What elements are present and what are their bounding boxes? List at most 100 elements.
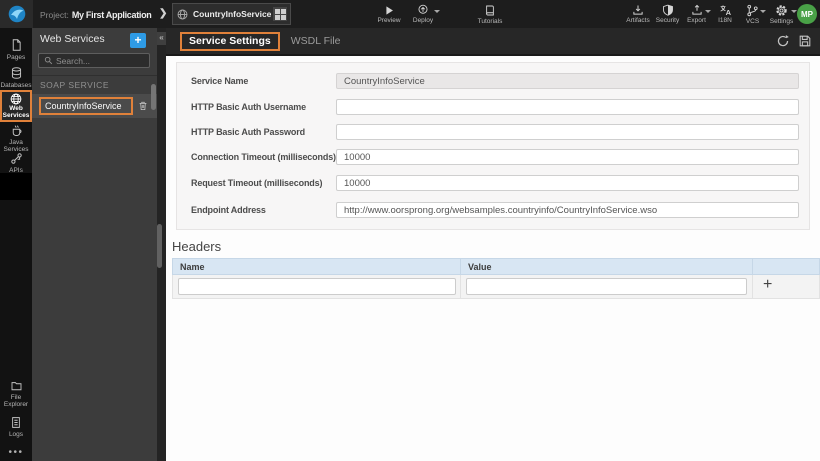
project-name: My First Application (71, 10, 152, 20)
service-item-label: CountryInfoService (45, 101, 122, 111)
globe-icon (177, 9, 188, 19)
tab-bar: Service Settings WSDL File (166, 28, 820, 56)
globe-icon (10, 93, 22, 105)
sidebar-item-apis[interactable]: APIs (0, 152, 32, 174)
connection-timeout-input[interactable] (336, 149, 799, 165)
field-label: Request Timeout (milliseconds) (191, 178, 323, 188)
sidebar-item-web-services[interactable]: Web Services (0, 90, 32, 122)
add-header-button[interactable]: + (763, 276, 772, 294)
field-label: HTTP Basic Auth Password (191, 127, 305, 137)
active-service-selector[interactable]: CountryInfoService (172, 3, 291, 25)
sidebar-item-java-services[interactable]: Java Services (0, 124, 32, 153)
service-settings-form: Service Name HTTP Basic Auth Username HT… (176, 62, 810, 230)
service-item-highlight[interactable]: CountryInfoService (39, 97, 133, 115)
save-icon[interactable] (798, 34, 812, 48)
artifacts-button[interactable]: Artifacts (623, 0, 653, 28)
header-name-input[interactable] (178, 278, 456, 295)
endpoint-address-input[interactable] (336, 202, 799, 218)
column-value: Value (468, 262, 492, 272)
svg-text:A: A (725, 8, 731, 16)
left-rail: Pages Databases Web Services Java Servic… (0, 28, 32, 461)
form-row-username: HTTP Basic Auth Username (177, 99, 809, 115)
rail-overflow-button[interactable]: ••• (0, 447, 32, 458)
user-avatar[interactable]: MP (797, 4, 817, 24)
tutorials-button[interactable]: Tutorials (473, 0, 507, 28)
field-label: HTTP Basic Auth Username (191, 102, 306, 112)
branch-icon (747, 4, 758, 16)
headers-table-row: + (172, 275, 820, 299)
rail-divider-block (0, 173, 32, 200)
page-icon (12, 39, 21, 51)
book-icon (486, 5, 494, 15)
tab-service-settings[interactable]: Service Settings (180, 31, 280, 51)
deploy-button[interactable]: Deploy (406, 0, 440, 28)
header-value-input[interactable] (466, 278, 747, 295)
search-box[interactable] (38, 53, 150, 68)
form-row-password: HTTP Basic Auth Password (177, 124, 809, 140)
request-timeout-input[interactable] (336, 175, 799, 191)
http-username-input[interactable] (336, 99, 799, 115)
add-service-button[interactable]: + (130, 33, 146, 48)
topbar: Project: My First Application ❯ CountryIn… (0, 0, 820, 28)
wavemaker-logo-icon (8, 5, 25, 23)
folder-icon (11, 382, 21, 391)
topbar-tools: Artifacts Security Export A I18N VCS Set… (623, 0, 797, 28)
service-grid-icon[interactable] (273, 7, 287, 21)
project-breadcrumb: Project: My First Application (40, 0, 152, 28)
sidebar-item-databases[interactable]: Databases (0, 66, 32, 91)
collapse-panel-button[interactable]: « (157, 32, 166, 45)
breadcrumb-service-name: CountryInfoService (193, 9, 272, 19)
sidebar-item-file-explorer[interactable]: File Explorer (0, 380, 32, 408)
search-input[interactable] (56, 55, 144, 66)
shield-icon (662, 4, 673, 16)
api-icon (10, 153, 22, 164)
content-area: Service Name HTTP Basic Auth Username HT… (166, 56, 820, 461)
gear-icon (776, 4, 787, 16)
collapse-strip: « (157, 28, 166, 461)
security-button[interactable]: Security (653, 0, 682, 28)
translate-icon: A (719, 5, 731, 16)
upload-icon (691, 4, 702, 15)
export-button[interactable]: Export (682, 0, 711, 28)
refresh-icon[interactable] (776, 34, 790, 48)
app-window: Project: My First Application ❯ CountryIn… (0, 0, 820, 461)
form-row-endpoint: Endpoint Address (177, 202, 809, 218)
main-area: Service Settings WSDL File Service Name … (166, 28, 820, 461)
service-list-item[interactable]: CountryInfoService (32, 94, 157, 118)
sidebar-item-pages[interactable]: Pages (0, 38, 32, 64)
http-password-input[interactable] (336, 124, 799, 140)
settings-button[interactable]: Settings (766, 0, 797, 28)
field-label: Connection Timeout (milliseconds) (191, 152, 336, 162)
play-icon (385, 5, 393, 15)
breadcrumb-chevron-icon: ❯ (159, 8, 168, 19)
log-file-icon (12, 417, 20, 428)
vcs-button[interactable]: VCS (739, 0, 766, 28)
deploy-chevron-icon (434, 10, 440, 13)
search-icon (44, 56, 53, 65)
headers-section-title: Headers (172, 239, 222, 254)
panel-scrollbar-thumb[interactable] (151, 84, 156, 110)
i18n-button[interactable]: A I18N (711, 0, 739, 28)
topbar-tutorials: Tutorials (473, 0, 507, 28)
headers-table: Name Value + (172, 258, 820, 299)
service-name-input[interactable] (336, 73, 799, 89)
soap-service-section-label: SOAP SERVICE (40, 80, 109, 90)
tab-wsdl-file[interactable]: WSDL File (291, 35, 341, 47)
panel-divider (32, 75, 157, 76)
content-scrollbar-thumb[interactable] (157, 224, 162, 268)
sidebar-item-logs[interactable]: Logs (0, 416, 32, 438)
delete-service-button[interactable] (138, 100, 148, 111)
form-row-connection-timeout: Connection Timeout (milliseconds) (177, 149, 809, 165)
trash-icon (139, 101, 147, 110)
app-logo[interactable] (0, 0, 33, 28)
coffee-cup-icon (12, 125, 21, 137)
column-name: Name (180, 262, 205, 272)
database-icon (11, 67, 21, 79)
web-services-panel: Web Services + SOAP SERVICE CountryInfoS… (32, 28, 157, 461)
panel-title: Web Services (40, 33, 105, 45)
field-label: Service Name (191, 76, 249, 86)
headers-table-header: Name Value (172, 258, 820, 275)
download-icon (633, 5, 643, 15)
preview-button[interactable]: Preview (372, 0, 406, 28)
project-label: Project: (40, 10, 69, 20)
